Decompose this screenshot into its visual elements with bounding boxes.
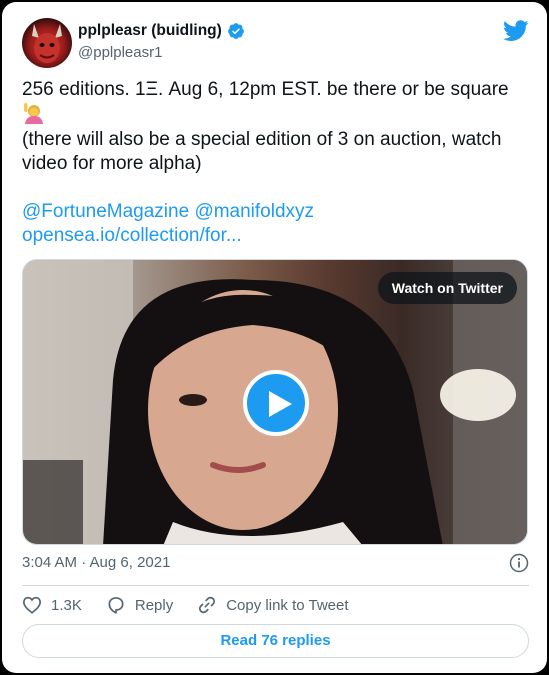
copy-link-button[interactable]: Copy link to Tweet	[197, 595, 349, 615]
verified-badge-icon	[227, 23, 244, 39]
tweet-actions: 1.3K Reply Copy link to Tweet	[22, 594, 373, 616]
reply-label: Reply	[134, 596, 174, 614]
tweet-header: pplpleasr (buidling) @pplpleasr1	[22, 18, 529, 68]
tweet-spacer	[22, 176, 532, 200]
video-thumbnail[interactable]: Watch on Twitter	[22, 259, 528, 545]
handle[interactable]: @pplpleasr1	[78, 44, 162, 61]
mention-manifold[interactable]: @manifoldxyz	[194, 201, 314, 222]
reply-bubble-icon	[108, 597, 124, 614]
divider	[22, 585, 529, 586]
person-raising-hand-emoji-icon	[24, 103, 43, 124]
tweet-line-3: video for more alpha)	[22, 153, 202, 174]
watch-on-twitter-button[interactable]: Watch on Twitter	[377, 272, 517, 304]
name-row: pplpleasr (buidling)	[78, 22, 245, 40]
play-icon	[269, 391, 292, 417]
like-count: 1.3K	[51, 596, 82, 614]
heart-icon	[22, 596, 42, 614]
info-icon[interactable]	[509, 553, 529, 573]
play-button[interactable]	[243, 370, 309, 436]
avatar[interactable]	[22, 18, 72, 68]
mention-fortune[interactable]: @FortuneMagazine	[22, 201, 189, 222]
copy-link-label: Copy link to Tweet	[226, 596, 349, 614]
read-replies-button[interactable]: Read 76 replies	[22, 624, 529, 658]
tweet-text: 256 editions. 1Ξ. Aug 6, 12pm EST. be th…	[22, 78, 532, 248]
reply-button[interactable]: Reply	[106, 595, 173, 615]
tweet-card: pplpleasr (buidling) @pplpleasr1 256 edi…	[2, 2, 547, 673]
avatar-art	[32, 24, 62, 63]
tweet-mentions-line: @FortuneMagazine @manifoldxyz	[22, 200, 532, 224]
like-button[interactable]: 1.3K	[22, 596, 82, 614]
tweet-line-2: (there will also be a special edition of…	[22, 129, 502, 150]
tweet-text-line-1: 256 editions. 1Ξ. Aug 6, 12pm EST. be th…	[22, 79, 509, 100]
tweet-timestamp[interactable]: 3:04 AM · Aug 6, 2021	[22, 554, 170, 571]
twitter-bird-icon[interactable]	[503, 20, 529, 42]
tweet-line-1: 256 editions. 1Ξ. Aug 6, 12pm EST. be th…	[22, 78, 532, 102]
link-icon	[199, 596, 216, 614]
tweet-line-emoji	[22, 102, 532, 128]
tweet-url-link[interactable]: opensea.io/collection/for...	[22, 224, 532, 248]
display-name[interactable]: pplpleasr (buidling)	[78, 22, 222, 40]
